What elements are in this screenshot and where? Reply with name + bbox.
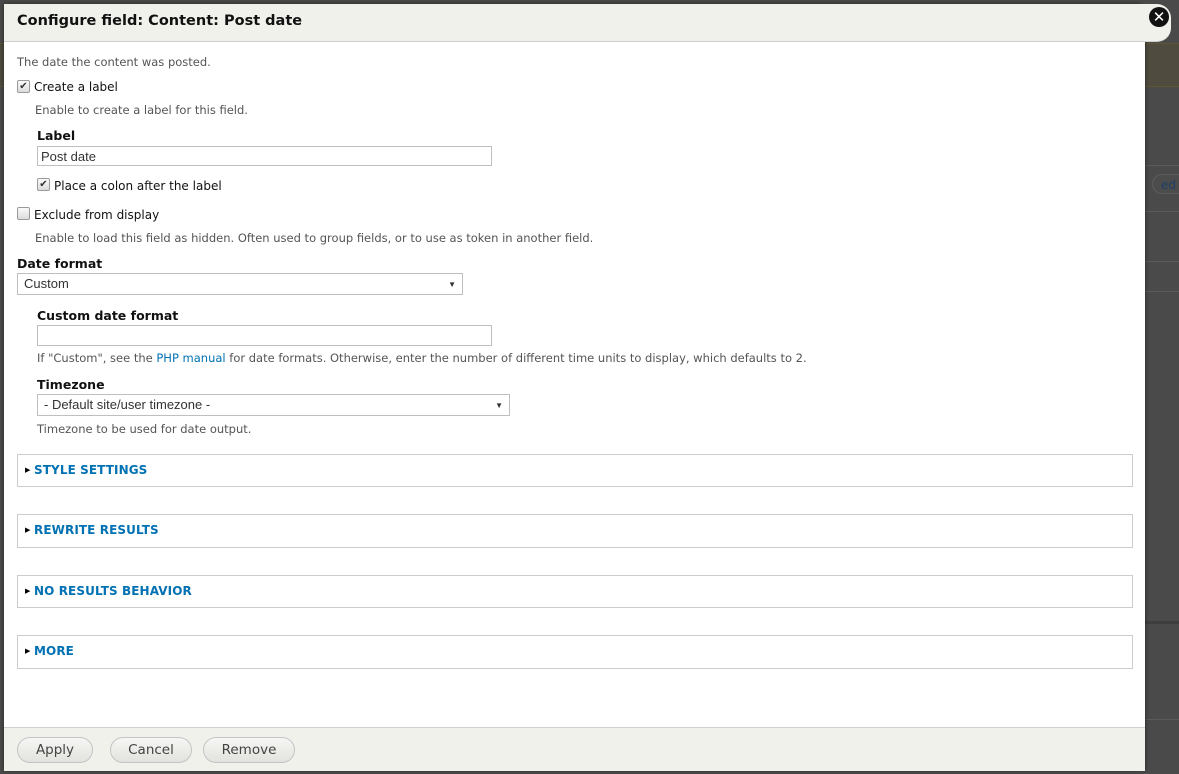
php-manual-link[interactable]: PHP manual (156, 351, 225, 365)
background-divider (1145, 165, 1179, 166)
timezone-label: Timezone (37, 377, 105, 392)
dropdown-arrow-icon: ▼ (448, 280, 456, 289)
collapsed-triangle-icon: ▶ (25, 466, 31, 474)
background-divider (1145, 621, 1179, 624)
date-format-select[interactable]: Custom ▼ (17, 273, 463, 295)
exclude-checkbox[interactable] (17, 207, 30, 220)
timezone-select[interactable]: - Default site/user timezone - ▼ (37, 394, 510, 416)
timezone-value: - Default site/user timezone - (44, 397, 211, 412)
create-label-help: Enable to create a label for this field. (35, 103, 248, 117)
create-label-label[interactable]: Create a label (34, 80, 118, 94)
more-section[interactable]: ▶ MORE (17, 635, 1133, 669)
section-toggle-link[interactable]: STYLE SETTINGS (34, 463, 147, 477)
field-description: The date the content was posted. (17, 55, 211, 69)
collapsed-triangle-icon: ▶ (25, 647, 31, 655)
place-colon-checkbox[interactable]: ✔ (37, 178, 50, 191)
section-toggle-link[interactable]: MORE (34, 644, 74, 658)
exclude-help: Enable to load this field as hidden. Oft… (35, 231, 594, 245)
place-colon-label[interactable]: Place a colon after the label (54, 179, 222, 193)
cancel-button[interactable]: Cancel (110, 737, 192, 763)
section-toggle-link[interactable]: NO RESULTS BEHAVIOR (34, 584, 192, 598)
label-field-label: Label (37, 128, 76, 143)
no-results-behavior-section[interactable]: ▶ NO RESULTS BEHAVIOR (17, 575, 1133, 608)
timezone-help: Timezone to be used for date output. (37, 422, 252, 436)
background-edit-button: ed (1152, 174, 1179, 194)
background-divider (1145, 719, 1179, 720)
help-text-suffix: for date formats. Otherwise, enter the n… (225, 351, 807, 365)
background-divider (1145, 261, 1179, 262)
custom-date-format-label: Custom date format (37, 308, 179, 323)
label-input[interactable] (37, 146, 492, 166)
close-button[interactable]: ✕ (1149, 7, 1169, 27)
remove-button[interactable]: Remove (203, 737, 295, 763)
dropdown-arrow-icon: ▼ (495, 401, 503, 410)
dialog-titlebar: Configure field: Content: Post date ✕ (4, 4, 1171, 42)
background-divider (1145, 291, 1179, 292)
create-label-checkbox[interactable]: ✔ (17, 80, 30, 93)
custom-date-format-input[interactable] (37, 325, 492, 346)
collapsed-triangle-icon: ▶ (25, 587, 31, 595)
date-format-value: Custom (24, 276, 69, 291)
rewrite-results-section[interactable]: ▶ REWRITE RESULTS (17, 514, 1133, 548)
apply-button[interactable]: Apply (17, 737, 93, 763)
custom-date-format-help: If "Custom", see the PHP manual for date… (37, 351, 807, 365)
dialog-button-bar: Apply Cancel Remove (4, 727, 1145, 771)
close-icon: ✕ (1152, 8, 1166, 26)
exclude-label[interactable]: Exclude from display (34, 208, 159, 222)
date-format-label: Date format (17, 256, 103, 271)
style-settings-section[interactable]: ▶ STYLE SETTINGS (17, 454, 1133, 487)
dialog-title: Configure field: Content: Post date (17, 13, 303, 29)
background-divider (1145, 211, 1179, 212)
collapsed-triangle-icon: ▶ (25, 526, 31, 534)
section-toggle-link[interactable]: REWRITE RESULTS (34, 523, 159, 537)
help-text-prefix: If "Custom", see the (37, 351, 157, 365)
configure-field-dialog: Configure field: Content: Post date ✕ Th… (4, 4, 1171, 771)
